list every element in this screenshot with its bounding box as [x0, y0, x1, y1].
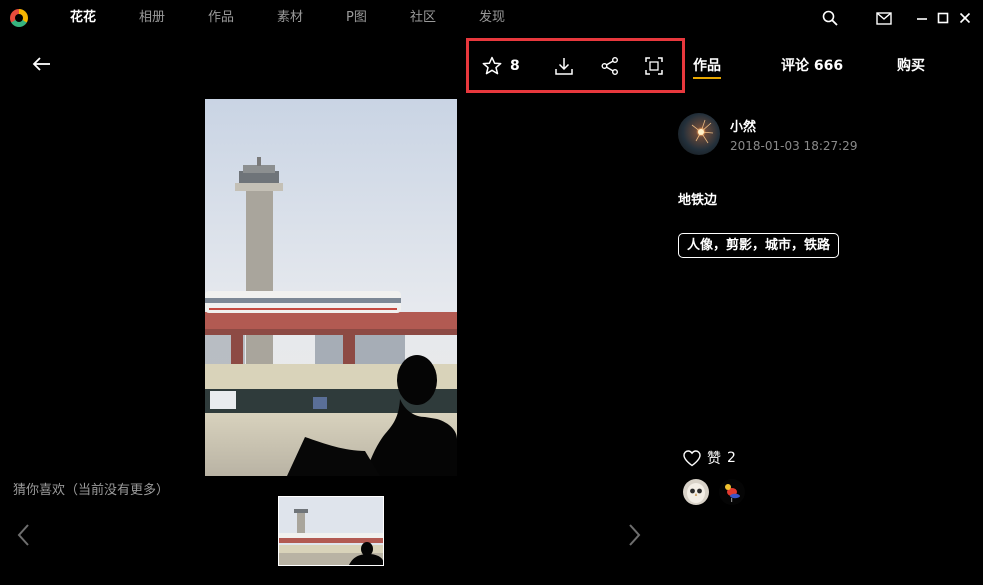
- post-title: 地铁边: [678, 193, 718, 208]
- nav-materials[interactable]: 素材: [277, 0, 303, 36]
- download-icon: [555, 58, 573, 75]
- favorite-button[interactable]: 8: [482, 54, 520, 78]
- heart-icon: [683, 449, 701, 466]
- main-photo[interactable]: [205, 99, 457, 476]
- tab-comments[interactable]: 评论 666: [781, 55, 843, 75]
- chevron-right-icon: [629, 524, 641, 546]
- nav-discover[interactable]: 发现: [479, 0, 505, 36]
- bird-image: [725, 484, 740, 502]
- like-count: 2: [727, 450, 736, 466]
- thumbnail-item[interactable]: [278, 496, 384, 566]
- fullscreen-button[interactable]: [644, 54, 664, 78]
- owl-image: [687, 483, 705, 503]
- thumbnail-photo: [279, 497, 383, 565]
- share-button[interactable]: [600, 54, 620, 78]
- action-toolbar: 8: [466, 38, 685, 93]
- like-label: 赞: [707, 451, 721, 467]
- top-bar: 花花 相册 作品 素材 P图 社区 发现: [0, 0, 983, 36]
- author-name[interactable]: 小然: [730, 116, 756, 135]
- prev-arrow-button[interactable]: [14, 520, 34, 550]
- post-timestamp: 2018-01-03 18:27:29: [730, 139, 858, 153]
- tab-works[interactable]: 作品: [693, 55, 721, 75]
- nav-works[interactable]: 作品: [208, 0, 234, 36]
- search-icon[interactable]: [820, 8, 840, 28]
- next-arrow-button[interactable]: [624, 520, 644, 550]
- liker-avatar-owl[interactable]: [683, 479, 709, 505]
- recommend-label: 猜你喜欢（当前没有更多）: [13, 483, 170, 498]
- close-icon[interactable]: [955, 8, 975, 28]
- share-icon: [601, 57, 618, 75]
- arrow-left-icon: [32, 57, 50, 71]
- sparkler-image: [691, 119, 714, 144]
- like-button[interactable]: 赞 2: [683, 448, 736, 468]
- maximize-icon[interactable]: [933, 8, 953, 28]
- author-avatar[interactable]: [678, 113, 720, 155]
- nav-photo-edit[interactable]: P图: [346, 0, 367, 36]
- download-button[interactable]: [554, 54, 574, 78]
- nav-album[interactable]: 相册: [139, 0, 165, 36]
- post-tags[interactable]: 人像，剪影，城市，铁路: [678, 233, 840, 258]
- nav-huahua[interactable]: 花花: [70, 0, 96, 36]
- mail-icon[interactable]: [874, 8, 894, 28]
- chevron-left-icon: [17, 524, 29, 546]
- subway-silhouette-photo: [205, 99, 457, 476]
- back-button[interactable]: [30, 52, 54, 76]
- favorite-count: 8: [510, 58, 520, 74]
- app-logo-icon[interactable]: [10, 9, 28, 27]
- fullscreen-icon: [645, 57, 663, 75]
- star-icon: [482, 56, 502, 75]
- nav-community[interactable]: 社区: [410, 0, 436, 36]
- tab-buy[interactable]: 购买: [897, 55, 925, 75]
- liker-avatar-bird[interactable]: [719, 479, 745, 505]
- tab-active-indicator: [693, 77, 721, 79]
- minimize-icon[interactable]: [912, 8, 932, 28]
